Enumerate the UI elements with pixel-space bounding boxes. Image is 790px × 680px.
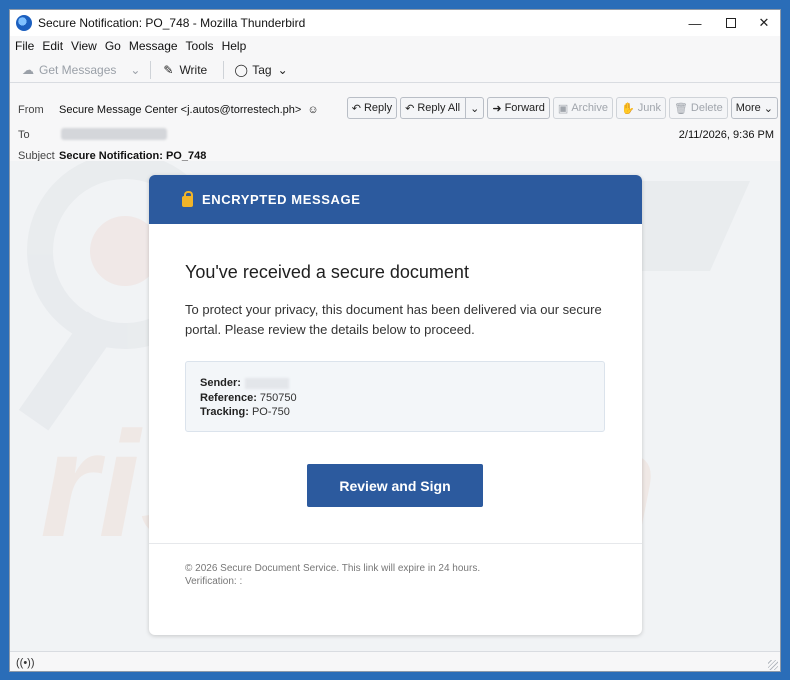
close-icon: ✕ [758,15,770,30]
chevron-down-icon: ⌄ [277,62,288,77]
reply-all-icon: ↶ [405,102,415,115]
sender-row: Sender: [200,377,289,389]
menu-edit[interactable]: Edit [42,39,63,53]
menu-view[interactable]: View [71,39,97,53]
from-value[interactable]: Secure Message Center <j.autos@torrestec… [59,104,319,116]
delete-button[interactable]: 🗑 Delete [668,97,728,119]
email-card: ENCRYPTED MESSAGE You've received a secu… [149,175,642,635]
footer-verification: Verification: : [185,576,243,587]
minimize-icon: — [688,15,702,31]
junk-button[interactable]: ✋ Junk [616,97,666,119]
menu-message[interactable]: Message [129,39,178,53]
title-bar: Secure Notification: PO_748 - Mozilla Th… [10,10,780,36]
card-banner: ENCRYPTED MESSAGE [149,175,642,224]
maximize-button[interactable] [713,10,749,36]
review-and-sign-button[interactable]: Review and Sign [307,464,483,507]
chevron-down-icon: ⌄ [130,62,141,77]
window-title: Secure Notification: PO_748 - Mozilla Th… [38,16,306,30]
write-label: Write [179,62,208,77]
forward-button[interactable]: ➜ Forward [487,97,550,119]
message-body: risk.com ENCRYPTED MESSAGE You've receiv… [10,161,780,651]
resize-grip[interactable] [768,660,778,670]
email-body-text: To protect your privacy, this document h… [185,302,602,337]
status-bar: ((•)) [10,651,780,671]
toolbar-separator [150,60,152,79]
maximize-icon [726,18,736,28]
tracking-row: Tracking: PO-750 [200,406,290,418]
get-messages-label: Get Messages [39,62,117,77]
reply-all-dropdown[interactable]: ⌄ [465,98,479,118]
toolbar-separator [223,60,225,79]
thunderbird-window: Secure Notification: PO_748 - Mozilla Th… [9,9,781,672]
menu-file[interactable]: File [15,39,34,53]
write-button[interactable]: ✎ Write [157,59,211,81]
tag-label: Tag [252,62,272,77]
contact-icon[interactable]: ☺ [307,104,318,116]
tag-icon: ◯ [234,62,248,77]
banner-text: ENCRYPTED MESSAGE [202,192,361,207]
footer-divider [149,543,642,544]
menu-tools[interactable]: Tools [186,39,214,53]
footer-notice: © 2026 Secure Document Service. This lin… [185,563,481,574]
delete-icon: 🗑 [673,102,688,115]
sender-redacted [244,377,289,389]
message-actions: ↶ Reply ↶ Reply All ⌄ ➜ Forward ▣ Archiv… [344,97,778,119]
minimize-button[interactable]: — [677,10,713,36]
to-value-redacted [61,128,167,140]
to-label: To [18,129,30,141]
menu-help[interactable]: Help [222,39,247,53]
lock-icon [182,190,193,207]
reply-icon: ↶ [351,102,361,115]
email-title: You've received a secure document [185,262,469,282]
reference-row: Reference: 750750 [200,392,297,404]
archive-icon: ▣ [557,102,569,115]
chevron-down-icon: ⌄ [763,102,773,115]
get-messages-dropdown[interactable]: ⌄ [126,59,144,81]
reply-all-button[interactable]: ↶ Reply All ⌄ [400,97,485,119]
archive-button[interactable]: ▣ Archive [552,97,613,119]
message-date: 2/11/2026, 9:36 PM [678,129,774,141]
menu-go[interactable]: Go [105,39,121,53]
main-toolbar: ☁ Get Messages ⌄ ✎ Write ◯ Tag ⌄ [10,57,780,83]
menu-bar: File Edit View Go Message Tools Help [10,36,780,56]
junk-icon: ✋ [621,102,635,115]
write-icon: ✎ [163,62,174,77]
wifi-icon[interactable]: ((•)) [16,657,35,669]
details-box: Sender: Reference: 750750 Tracking: PO-7… [185,361,605,432]
from-label: From [18,104,44,116]
tag-button[interactable]: ◯ Tag ⌄ [230,59,291,81]
message-header: From Secure Message Center <j.autos@torr… [10,84,780,168]
more-button[interactable]: More ⌄ [730,97,778,119]
close-button[interactable]: ✕ [746,10,780,36]
reply-button[interactable]: ↶ Reply [346,97,398,119]
forward-icon: ➜ [492,102,502,115]
chevron-down-icon: ⌄ [470,102,480,115]
app-icon [16,15,32,31]
get-messages-button[interactable]: ☁ Get Messages [17,59,120,81]
get-messages-icon: ☁ [22,62,34,77]
